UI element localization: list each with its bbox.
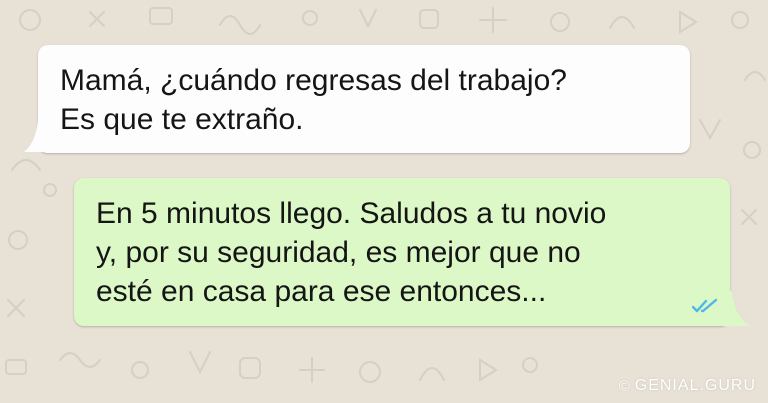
incoming-bubble-tail [24,112,46,152]
outgoing-message-line-3: esté en casa para ese entonces... [96,275,547,308]
watermark-text: GENIAL.GURU [634,377,756,394]
outgoing-message-bubble[interactable]: En 5 minutos llego. Saludos a tu novio y… [74,178,730,326]
incoming-message-line-1: Mamá, ¿cuándo regresas del trabajo? [60,64,567,97]
copyright-symbol: © [618,377,631,395]
outgoing-message-line-2: y, por su seguridad, es mejor que no [96,236,581,269]
outgoing-message-line-1: En 5 minutos llego. Saludos a tu novio [96,197,607,230]
outgoing-bubble-tail [722,286,750,326]
watermark: © GENIAL.GURU [619,377,756,395]
incoming-message-line-2: Es que te extraño. [60,103,304,136]
double-check-icon [692,298,718,313]
incoming-message-bubble[interactable]: Mamá, ¿cuándo regresas del trabajo? Es q… [38,45,690,153]
